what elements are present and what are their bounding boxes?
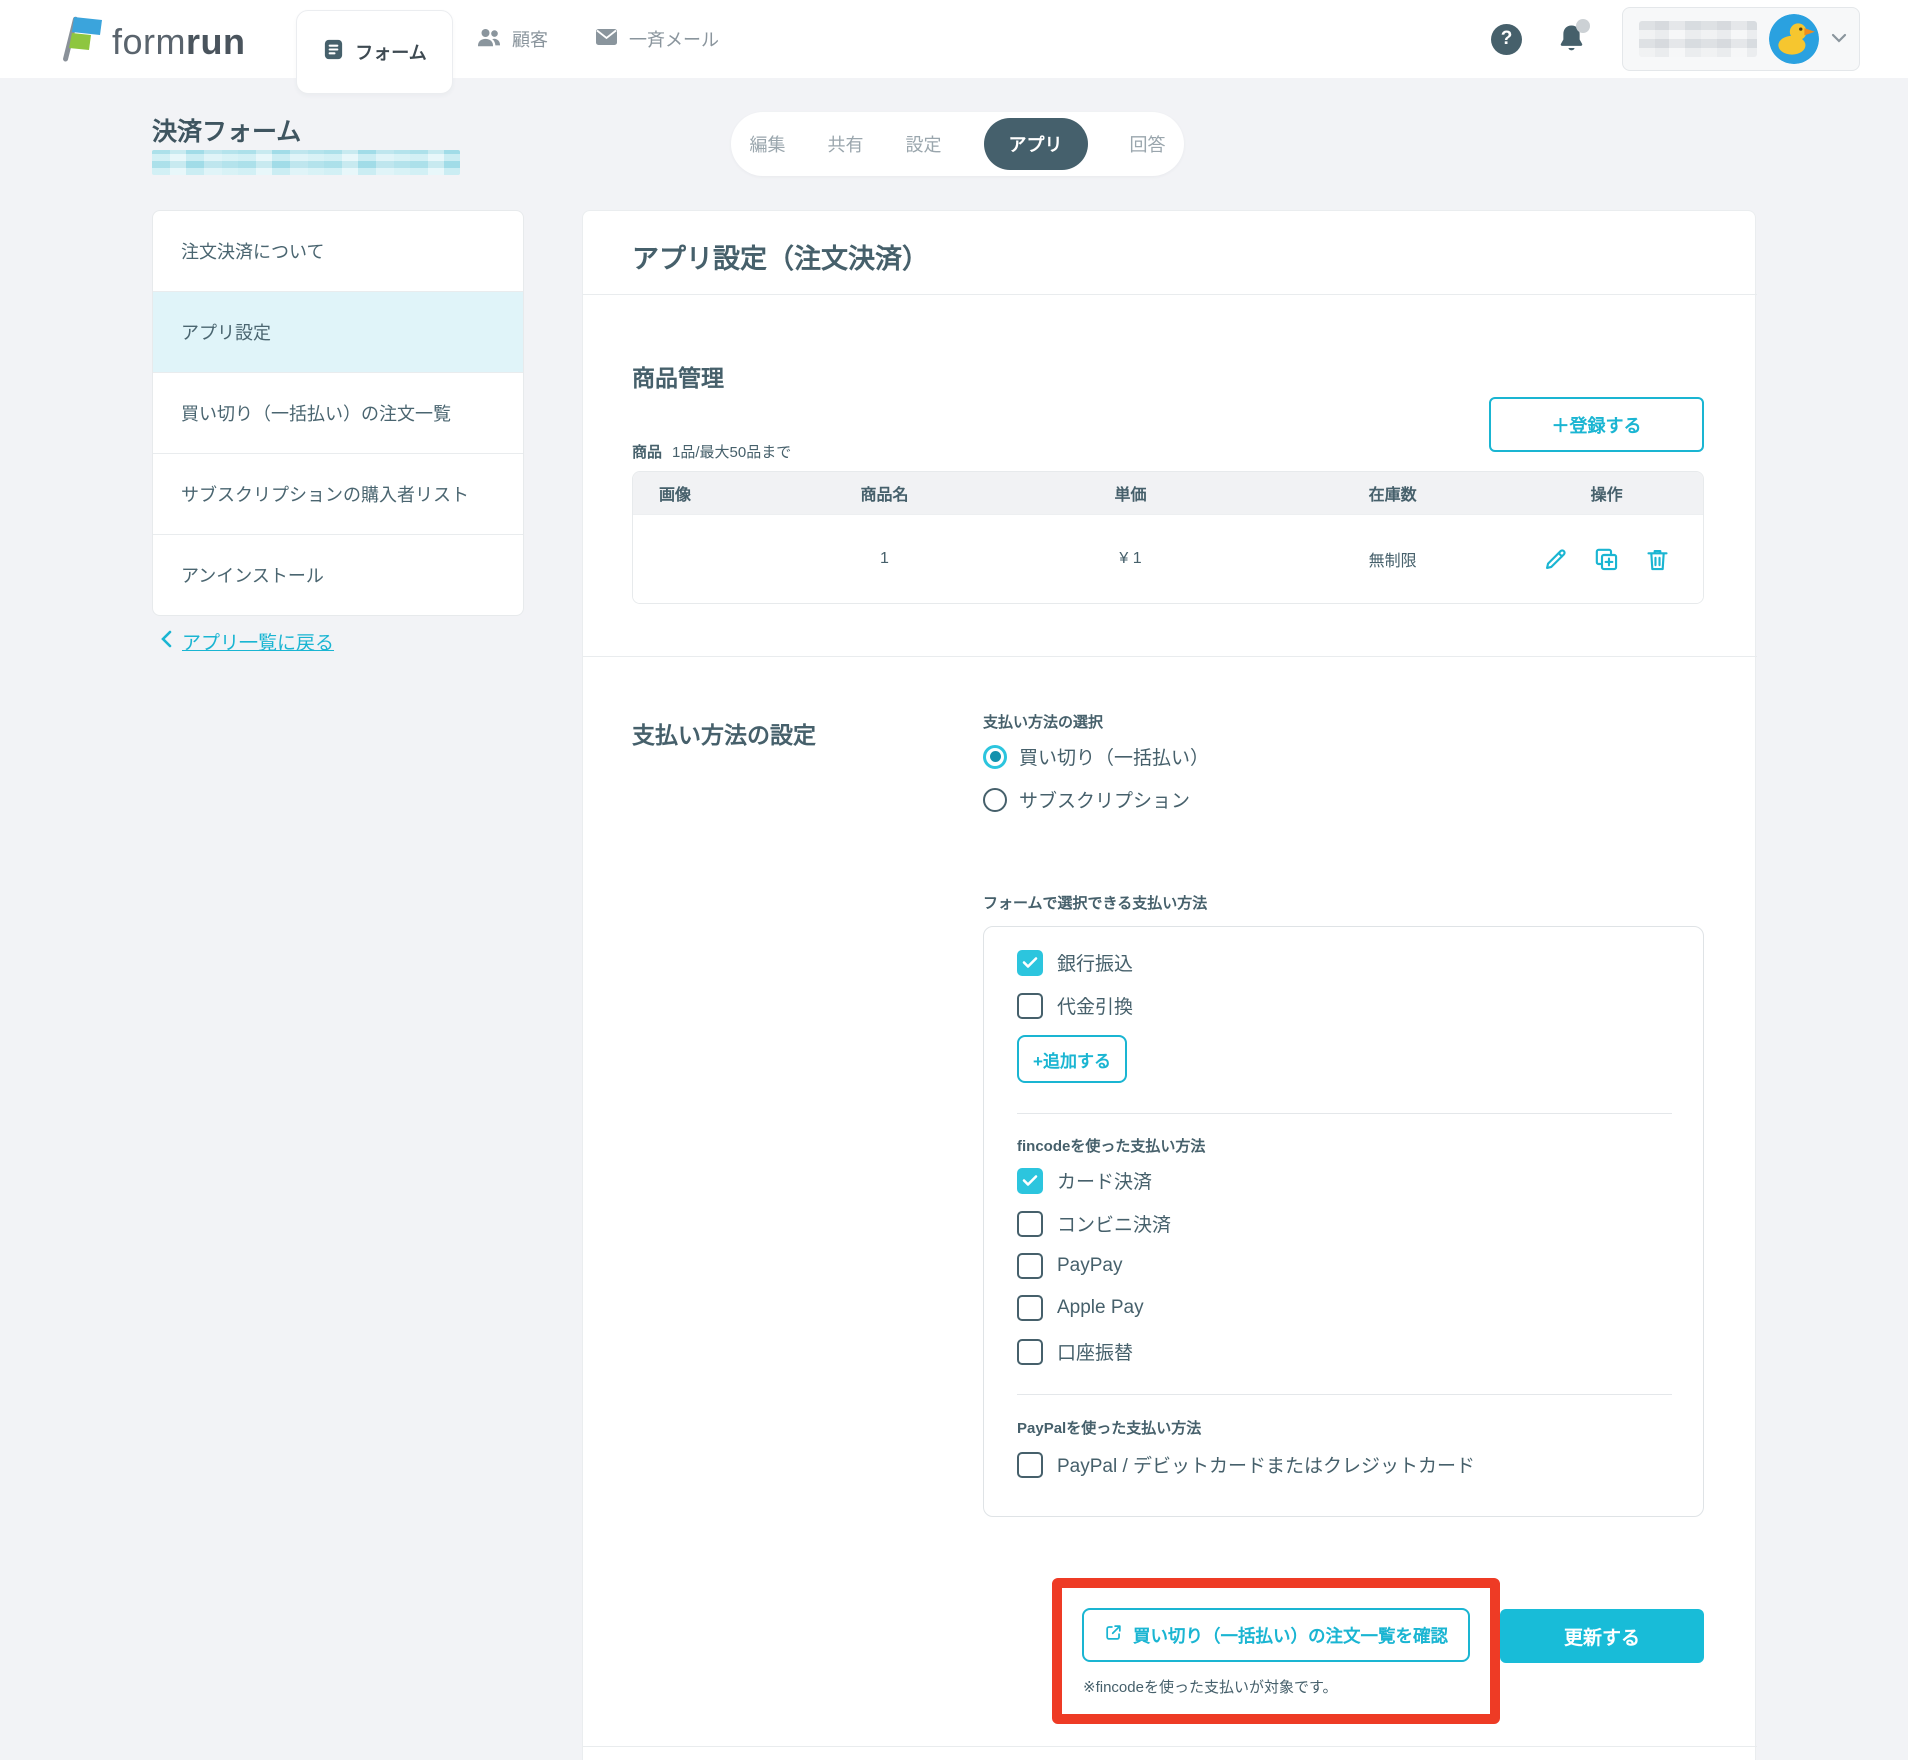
page-title: 決済フォーム (152, 112, 301, 148)
checkbox-unchecked-icon (1017, 1295, 1043, 1321)
radio-onetime-payment[interactable]: 買い切り（一括払い） (983, 743, 1209, 770)
formrun-wordmark: formrun (112, 21, 246, 63)
sidebar-item-about-payments[interactable]: 注文決済について (153, 211, 523, 292)
divider (583, 656, 1757, 657)
orders-note: ※fincodeを使った支払いが対象です。 (1083, 1676, 1337, 1697)
checkbox-unchecked-icon (1017, 1211, 1043, 1237)
col-price: 単価 (986, 481, 1275, 505)
formrun-flag-icon (56, 14, 102, 69)
checkbox-checked-icon (1017, 1168, 1043, 1194)
payment-selection-label: 支払い方法の選択 (983, 711, 1103, 732)
formrun-logo[interactable]: formrun (56, 14, 246, 69)
back-to-app-list-link[interactable]: アプリ一覧に戻る (160, 628, 334, 655)
divider (1017, 1113, 1672, 1114)
top-bar: formrun フォーム 顧客 一斉メール ? (0, 0, 1908, 78)
notifications-bell-icon[interactable] (1556, 22, 1588, 56)
view-onetime-orders-button[interactable]: 買い切り（一括払い）の注文一覧を確認 (1082, 1608, 1470, 1662)
radio-selected-icon (983, 745, 1007, 769)
form-tab-bar: 編集 共有 設定 アプリ 回答 (731, 112, 1184, 176)
product-table-header: 画像 商品名 単価 在庫数 操作 (633, 472, 1703, 514)
col-actions: 操作 (1510, 481, 1703, 505)
edit-icon[interactable] (1542, 546, 1569, 573)
duplicate-icon[interactable] (1593, 546, 1620, 573)
app-settings-panel: アプリ設定（注文決済） 商品管理 商品1品/最大50品まで ＋登録する 画像 商… (582, 210, 1756, 1760)
product-count: 商品1品/最大50品まで (632, 441, 791, 462)
top-tab-customers[interactable]: 顧客 (476, 0, 548, 78)
form-methods-label: フォームで選択できる支払い方法 (983, 892, 1207, 913)
divider (583, 1746, 1757, 1747)
product-actions-cell (1510, 546, 1703, 573)
divider (1017, 1394, 1672, 1395)
product-name-cell: 1 (783, 550, 986, 568)
top-tab-forms[interactable]: フォーム (296, 10, 453, 94)
top-tab-label: 顧客 (512, 26, 548, 52)
checkbox-bank-transfer[interactable]: 銀行振込 (1017, 949, 1133, 976)
app-screen: formrun フォーム 顧客 一斉メール ? (0, 0, 1908, 1760)
checkbox-paypay[interactable]: PayPay (1017, 1253, 1122, 1279)
register-product-button[interactable]: ＋登録する (1489, 397, 1704, 452)
customers-icon (476, 25, 502, 54)
annotation-highlight-box: 買い切り（一括払い）の注文一覧を確認 ※fincodeを使った支払いが対象です。 (1052, 1578, 1500, 1724)
product-price-cell: ¥ 1 (986, 550, 1275, 568)
checkbox-checked-icon (1017, 950, 1043, 976)
add-method-button[interactable]: +追加する (1017, 1035, 1127, 1083)
tab-share[interactable]: 共有 (828, 131, 864, 157)
delete-icon[interactable] (1644, 546, 1671, 573)
divider (583, 294, 1757, 295)
checkbox-unchecked-icon (1017, 1253, 1043, 1279)
tab-settings[interactable]: 設定 (906, 131, 942, 157)
form-name-redacted (152, 150, 460, 175)
form-icon (322, 38, 345, 66)
checkbox-unchecked-icon (1017, 993, 1043, 1019)
checkbox-konbini-payment[interactable]: コンビニ決済 (1017, 1210, 1171, 1237)
checkbox-apple-pay[interactable]: Apple Pay (1017, 1295, 1144, 1321)
checkbox-account-transfer[interactable]: 口座振替 (1017, 1338, 1133, 1365)
fincode-methods-label: fincodeを使った支払い方法 (1017, 1135, 1205, 1156)
help-icon[interactable]: ? (1491, 24, 1522, 55)
sidebar-item-subscription-buyers[interactable]: サブスクリプションの購入者リスト (153, 454, 523, 535)
account-name-redacted (1639, 21, 1757, 57)
top-tab-label: フォーム (355, 39, 426, 65)
chevron-left-icon (160, 630, 172, 654)
mail-icon (594, 26, 619, 53)
sidebar-item-uninstall[interactable]: アンインストール (153, 535, 523, 615)
external-link-icon (1104, 1623, 1123, 1647)
top-tab-label: 一斉メール (629, 26, 719, 52)
update-button[interactable]: 更新する (1500, 1609, 1704, 1663)
top-tab-bulkmail[interactable]: 一斉メール (594, 0, 719, 78)
sidebar-item-onetime-orders[interactable]: 買い切り（一括払い）の注文一覧 (153, 373, 523, 454)
checkbox-unchecked-icon (1017, 1452, 1043, 1478)
col-image: 画像 (633, 481, 783, 505)
notification-dot (1576, 19, 1590, 33)
product-table: 画像 商品名 単価 在庫数 操作 1 ¥ 1 無制限 (632, 471, 1704, 604)
col-name: 商品名 (783, 481, 986, 505)
paypal-methods-label: PayPalを使った支払い方法 (1017, 1417, 1201, 1438)
product-section-heading: 商品管理 (632, 359, 724, 393)
checkbox-cash-on-delivery[interactable]: 代金引換 (1017, 992, 1133, 1019)
checkbox-paypal[interactable]: PayPal / デビットカードまたはクレジットカード (1017, 1451, 1475, 1478)
checkbox-unchecked-icon (1017, 1339, 1043, 1365)
tab-responses[interactable]: 回答 (1130, 131, 1166, 157)
payment-section-heading: 支払い方法の設定 (632, 716, 816, 750)
radio-unselected-icon (983, 788, 1007, 812)
avatar (1769, 14, 1819, 64)
col-stock: 在庫数 (1275, 481, 1510, 505)
radio-subscription[interactable]: サブスクリプション (983, 786, 1190, 813)
app-settings-sidebar: 注文決済について アプリ設定 買い切り（一括払い）の注文一覧 サブスクリプション… (152, 210, 524, 616)
product-stock-cell: 無制限 (1275, 547, 1510, 571)
chevron-down-icon (1831, 30, 1847, 48)
payment-settings-column: 支払い方法の選択 買い切り（一括払い） サブスクリプション フォームで選択できる… (983, 711, 1704, 1521)
sidebar-item-app-settings[interactable]: アプリ設定 (153, 292, 523, 373)
tab-edit[interactable]: 編集 (750, 131, 786, 157)
tab-apps[interactable]: アプリ (984, 118, 1088, 170)
table-row: 1 ¥ 1 無制限 (633, 514, 1703, 603)
panel-title: アプリ設定（注文決済） (632, 237, 929, 276)
account-menu[interactable] (1622, 7, 1860, 71)
payment-methods-box: 銀行振込 代金引換 +追加する fincodeを使った支払い方法 カード決済 (983, 926, 1704, 1517)
topbar-right-controls: ? (1491, 0, 1860, 78)
checkbox-card-payment[interactable]: カード決済 (1017, 1167, 1152, 1194)
